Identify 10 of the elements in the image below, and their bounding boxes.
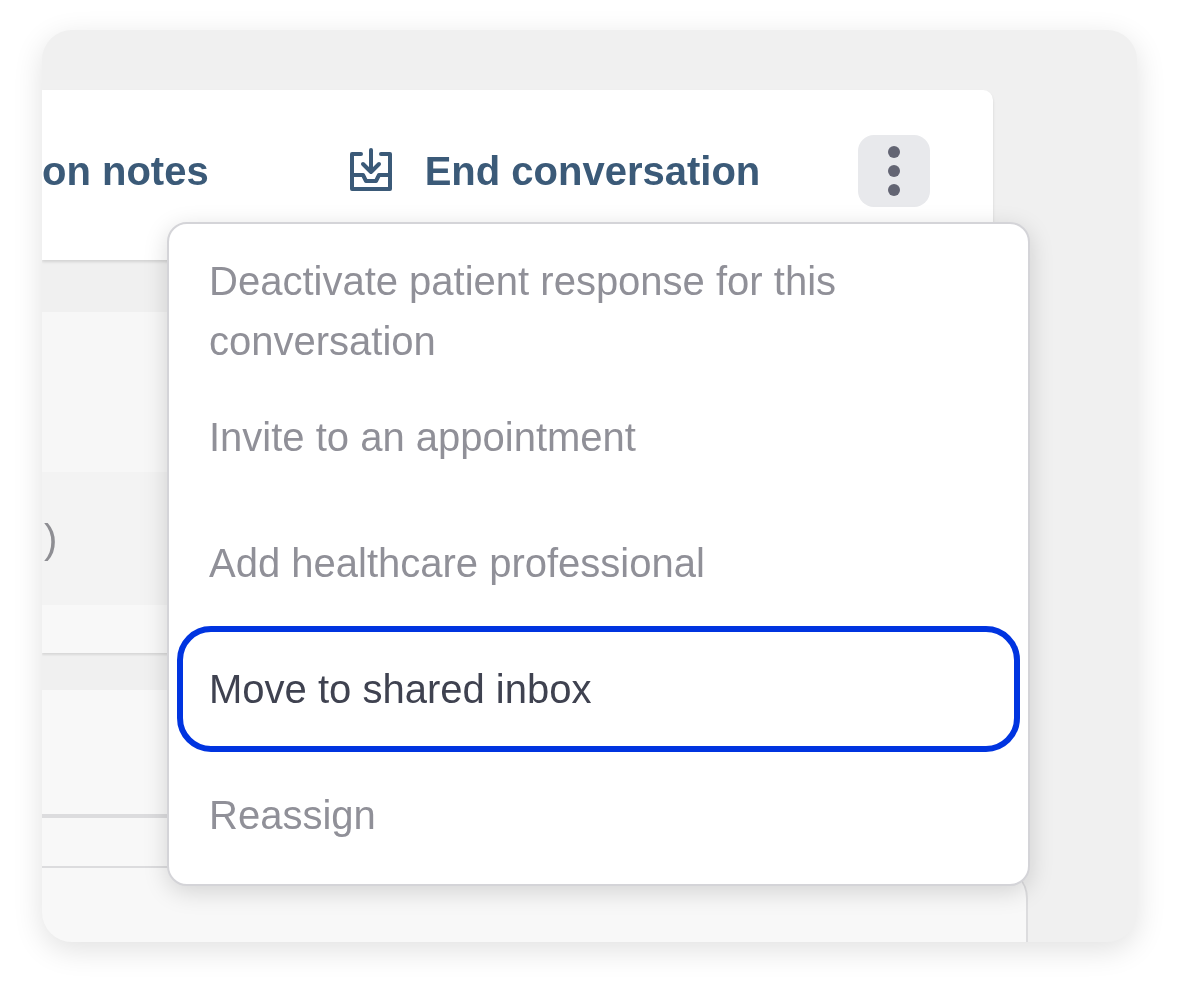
menu-item[interactable]: Invite to an appointment bbox=[177, 374, 1020, 500]
menu-item[interactable]: Move to shared inbox bbox=[177, 626, 1020, 752]
menu-item[interactable]: Add healthcare professional bbox=[177, 500, 1020, 626]
end-conversation-button[interactable]: End conversation bbox=[346, 141, 761, 201]
menu-item[interactable]: Reassign bbox=[177, 752, 1020, 878]
more-options-button[interactable] bbox=[858, 135, 931, 207]
row-text: ) bbox=[44, 515, 58, 563]
vertical-dots-icon bbox=[887, 145, 902, 197]
notes-link[interactable]: on notes bbox=[42, 141, 209, 201]
menu-item[interactable]: Deactivate patient response for this conversation bbox=[177, 248, 1020, 374]
